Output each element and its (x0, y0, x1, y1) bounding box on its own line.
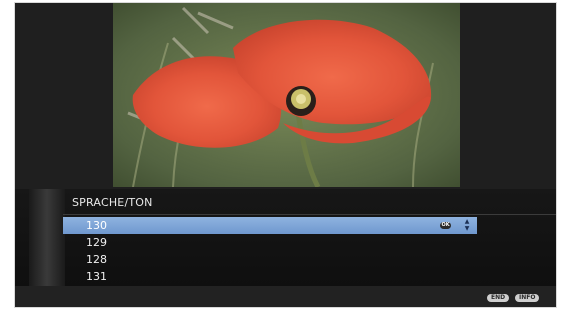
info-key-badge[interactable]: INFO (515, 294, 540, 302)
menu-side-stripe (29, 189, 65, 286)
list-item[interactable]: 131 (63, 268, 477, 285)
list-item[interactable]: 129 (63, 234, 477, 251)
menu-divider (63, 214, 556, 215)
list-item[interactable]: 128 (63, 251, 477, 268)
up-down-arrows-icon: ▲ ▼ (463, 218, 471, 233)
list-item-selected[interactable]: 130 OK ▲ ▼ (63, 217, 477, 234)
arrow-up-icon: ▲ (464, 218, 470, 225)
end-key-badge[interactable]: END (487, 294, 510, 302)
ok-badge-icon: OK (440, 222, 451, 229)
poppy-photo (113, 3, 460, 187)
arrow-down-icon: ▼ (464, 225, 470, 232)
list-item-label: 130 (86, 219, 107, 232)
list-item-label: 129 (86, 236, 107, 249)
list-item-label: 131 (86, 270, 107, 283)
tv-screen: SPRACHE/TON 130 OK ▲ ▼ 129 128 131 END I… (15, 3, 556, 307)
channel-list: 130 OK ▲ ▼ 129 128 131 (63, 217, 477, 285)
footer-bar (15, 286, 556, 307)
menu-title: SPRACHE/TON (72, 196, 153, 209)
list-item-label: 128 (86, 253, 107, 266)
